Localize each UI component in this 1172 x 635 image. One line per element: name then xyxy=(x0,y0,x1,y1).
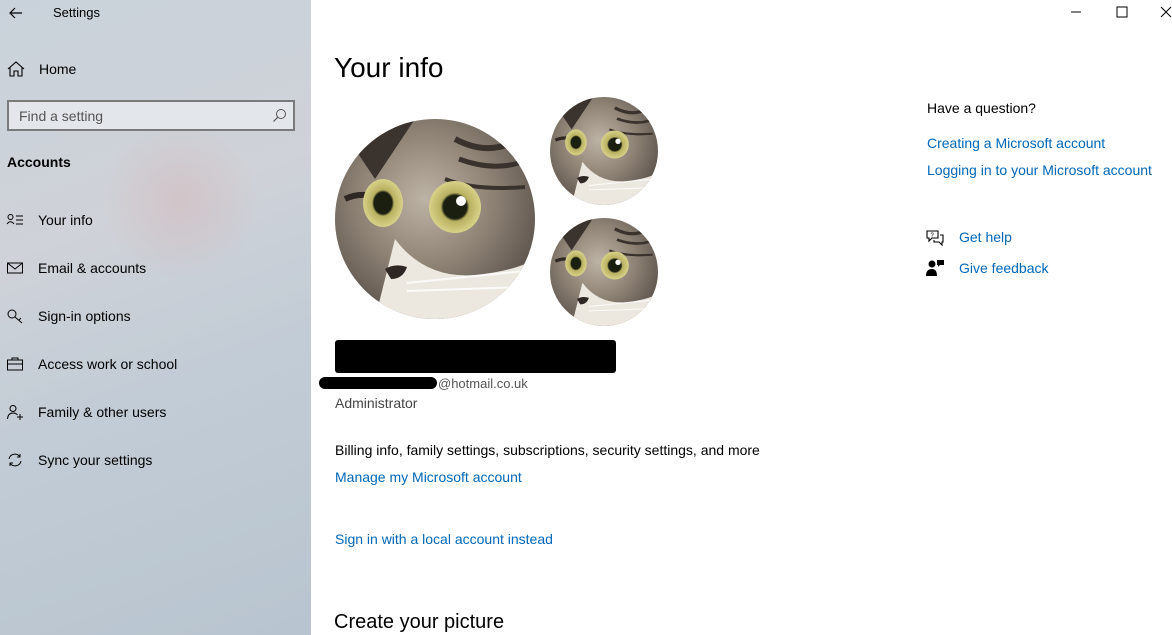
search-icon[interactable] xyxy=(272,108,287,123)
mail-icon xyxy=(7,262,23,274)
sidebar-item-label: Email & accounts xyxy=(38,260,147,276)
section-title: Accounts xyxy=(7,154,71,170)
give-feedback-link[interactable]: Give feedback xyxy=(959,260,1049,276)
logging-in-link[interactable]: Logging in to your Microsoft account xyxy=(927,162,1152,178)
add-person-icon xyxy=(7,405,23,420)
account-role: Administrator xyxy=(335,395,418,411)
billing-description: Billing info, family settings, subscript… xyxy=(335,442,760,458)
sidebar-item-your-info[interactable]: Your info xyxy=(0,200,311,240)
email-suffix: @hotmail.co.uk xyxy=(438,376,528,391)
sidebar-item-label: Access work or school xyxy=(38,356,178,372)
sidebar: Settings Home Accounts Your info Email &… xyxy=(0,0,311,635)
sidebar-item-sign-in-options[interactable]: Sign-in options xyxy=(0,296,311,336)
sidebar-item-label: Sync your settings xyxy=(38,452,153,468)
close-icon[interactable] xyxy=(1158,4,1172,20)
sidebar-item-sync[interactable]: Sync your settings xyxy=(0,440,311,480)
get-help-link[interactable]: Get help xyxy=(959,229,1012,245)
local-account-link[interactable]: Sign in with a local account instead xyxy=(335,531,553,547)
main-content: Your info @hotmail.co.uk Administrator B… xyxy=(311,0,1172,635)
creating-account-link[interactable]: Creating a Microsoft account xyxy=(927,135,1105,151)
avatar xyxy=(335,119,535,319)
manage-account-link[interactable]: Manage my Microsoft account xyxy=(335,469,522,485)
sidebar-item-email-accounts[interactable]: Email & accounts xyxy=(0,248,311,288)
back-arrow-icon xyxy=(9,7,22,19)
maximize-icon[interactable] xyxy=(1114,4,1130,20)
window-title: Settings xyxy=(53,5,100,20)
back-button[interactable] xyxy=(5,2,27,24)
page-title: Your info xyxy=(334,52,444,83)
briefcase-icon xyxy=(7,357,23,371)
redacted-account-name xyxy=(335,340,616,373)
search-input[interactable] xyxy=(19,107,259,125)
home-label: Home xyxy=(39,61,77,77)
title-bar: Settings xyxy=(0,0,311,26)
sidebar-item-home[interactable]: Home xyxy=(0,56,311,82)
avatar-recent-2[interactable] xyxy=(550,218,658,326)
search-box[interactable] xyxy=(7,100,295,131)
sidebar-item-label: Sign-in options xyxy=(38,308,131,324)
minimize-icon[interactable] xyxy=(1068,4,1084,20)
redacted-email-user xyxy=(319,377,437,389)
feedback-icon xyxy=(926,260,944,276)
key-icon xyxy=(7,309,23,324)
help-question-heading: Have a question? xyxy=(927,100,1036,116)
sidebar-item-label: Your info xyxy=(38,212,93,228)
create-picture-heading: Create your picture xyxy=(334,611,505,633)
contact-card-icon xyxy=(6,214,23,225)
home-icon xyxy=(7,61,25,77)
sidebar-item-label: Family & other users xyxy=(38,404,167,420)
sidebar-item-family[interactable]: Family & other users xyxy=(0,392,311,432)
get-help-icon: ? xyxy=(926,230,944,247)
sidebar-item-access-work[interactable]: Access work or school xyxy=(0,344,311,384)
avatar-recent-1[interactable] xyxy=(550,97,658,205)
sync-icon xyxy=(8,453,22,467)
